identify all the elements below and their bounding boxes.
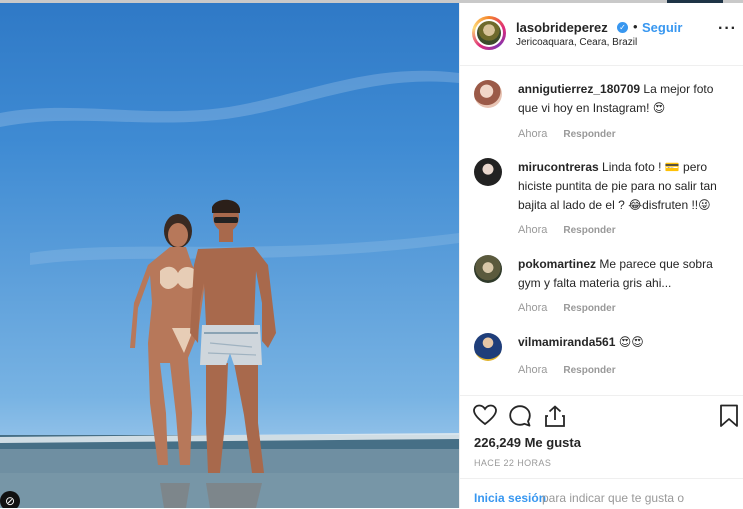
commenter-avatar[interactable] <box>474 255 502 283</box>
commenter-avatar[interactable] <box>474 158 502 186</box>
reply-button[interactable]: Responder <box>563 129 615 140</box>
commenter-username[interactable]: annigutierrez_180709 <box>518 82 640 96</box>
reply-button[interactable]: Responder <box>563 303 615 314</box>
comment-meta: Ahora Responder <box>518 224 632 236</box>
comment-body: 😍😍 <box>618 335 644 349</box>
verified-badge-icon: ✓ <box>617 22 628 33</box>
commenter-avatar[interactable] <box>474 333 502 361</box>
beach-scene <box>0 70 459 508</box>
comment-text: vilmamiranda561 😍😍 <box>518 333 726 352</box>
avatar-image <box>477 21 501 45</box>
post-timestamp: HACE 22 HORAS <box>474 458 552 468</box>
follow-button[interactable]: Seguir <box>642 20 682 35</box>
comment-time: Ahora <box>518 224 548 236</box>
login-link[interactable]: Inicia sesión <box>474 491 546 505</box>
comment-text: pokomartinez Me parece que sobra gym y f… <box>518 255 726 293</box>
comment-time: Ahora <box>518 364 548 376</box>
post-actions-bar <box>460 395 743 432</box>
commenter-username[interactable]: mirucontreras <box>518 160 599 174</box>
comment-icon[interactable] <box>508 404 532 433</box>
comment-time: Ahora <box>518 128 548 140</box>
comment-meta: Ahora Responder <box>518 128 632 140</box>
comment-meta: Ahora Responder <box>518 364 632 376</box>
comment-time: Ahora <box>518 302 548 314</box>
header-separator: • <box>633 19 638 34</box>
reply-button[interactable]: Responder <box>563 225 615 236</box>
login-prompt: Inicia sesión para indicar que te gusta … <box>460 478 743 509</box>
comment-text: annigutierrez_180709 La mejor foto que v… <box>518 80 726 118</box>
share-icon[interactable] <box>543 404 567 433</box>
bookmark-icon[interactable] <box>719 404 739 433</box>
post-location[interactable]: Jericoaquara, Ceara, Brazil <box>516 37 637 48</box>
reply-button[interactable]: Responder <box>563 365 615 376</box>
commenter-username[interactable]: pokomartinez <box>518 257 596 271</box>
author-avatar[interactable] <box>472 16 506 50</box>
commenter-username[interactable]: vilmamiranda561 <box>518 335 615 349</box>
author-username[interactable]: lasobrideperez <box>516 20 608 35</box>
post-side-panel: lasobrideperez ✓ • Seguir Jericoaquara, … <box>459 3 743 508</box>
photo-corner-badge[interactable]: ⊘ <box>0 491 20 508</box>
more-options-icon[interactable]: ··· <box>718 20 737 38</box>
comment-meta: Ahora Responder <box>518 302 632 314</box>
login-prompt-text: para indicar que te gusta o <box>542 491 685 505</box>
avatar-ring-gap <box>475 19 503 47</box>
post-photo[interactable]: ⊘ <box>0 3 459 508</box>
comment-text: mirucontreras Linda foto ! 💳 pero hicist… <box>518 158 726 215</box>
commenter-avatar[interactable] <box>474 80 502 108</box>
post-header: lasobrideperez ✓ • Seguir Jericoaquara, … <box>460 3 743 66</box>
likes-count[interactable]: 226,249 Me gusta <box>474 435 581 450</box>
heart-icon[interactable] <box>473 404 497 431</box>
